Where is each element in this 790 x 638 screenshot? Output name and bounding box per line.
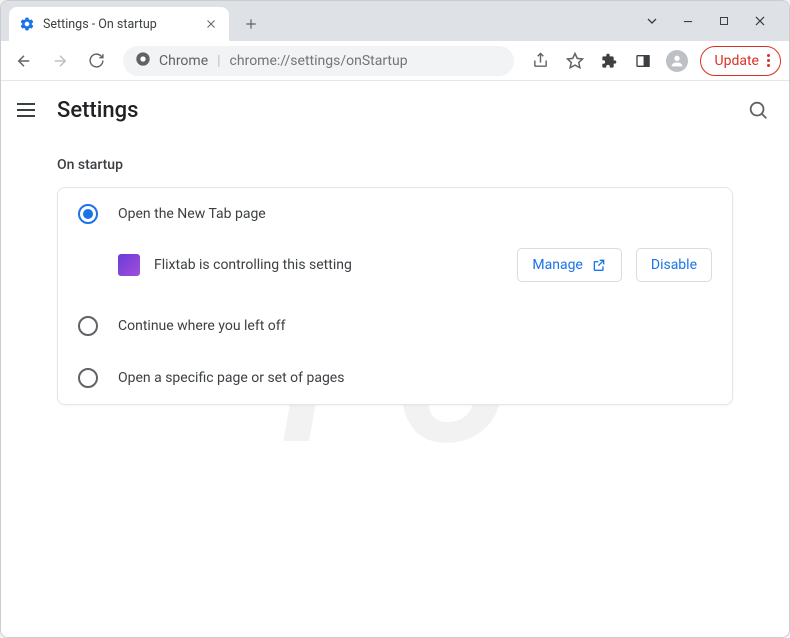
search-icon[interactable] [741,93,775,127]
tab-title: Settings - On startup [43,17,195,32]
page-title: Settings [57,98,138,123]
update-label: Update [715,53,759,69]
omnibox-origin: Chrome [159,53,208,69]
maximize-button[interactable] [709,6,739,36]
reload-button[interactable] [81,46,111,76]
extension-notice-text: Flixtab is controlling this setting [154,257,503,273]
update-button[interactable]: Update [700,46,781,76]
option-label: Open the New Tab page [118,206,266,222]
bookmark-star-icon[interactable] [560,46,590,76]
on-startup-section: On startup Open the New Tab page Flixtab… [1,139,789,405]
side-panel-icon[interactable] [628,46,658,76]
menu-icon[interactable] [15,98,39,122]
extension-icon [118,254,140,276]
close-tab-icon[interactable] [203,16,219,32]
extensions-icon[interactable] [594,46,624,76]
settings-header: Settings [1,81,789,139]
window-controls [637,1,785,41]
omnibox-url: chrome://settings/onStartup [230,53,408,69]
option-continue[interactable]: Continue where you left off [58,300,732,352]
option-label: Continue where you left off [118,318,286,334]
manage-label: Manage [532,257,582,273]
gear-icon [19,16,35,32]
open-external-icon [591,257,607,273]
close-window-button[interactable] [745,6,775,36]
option-open-new-tab[interactable]: Open the New Tab page [58,188,732,240]
radio-continue[interactable] [78,316,98,336]
startup-card: Open the New Tab page Flixtab is control… [57,187,733,405]
page-content: PC Settings On startup Open the New Tab … [1,81,789,637]
minimize-button[interactable] [673,6,703,36]
radio-open-new-tab[interactable] [78,204,98,224]
profile-avatar[interactable] [662,46,692,76]
option-specific-pages[interactable]: Open a specific page or set of pages [58,352,732,404]
extension-notice: Flixtab is controlling this setting Mana… [58,240,732,300]
chevron-down-icon[interactable] [637,6,667,36]
section-title: On startup [57,157,733,173]
radio-specific-pages[interactable] [78,368,98,388]
manage-button[interactable]: Manage [517,248,621,282]
avatar-icon [666,50,688,72]
browser-window: Settings - On startup [0,0,790,638]
disable-label: Disable [651,257,697,273]
disable-button[interactable]: Disable [636,248,712,282]
chrome-logo-icon [135,51,151,71]
forward-button[interactable] [45,46,75,76]
toolbar-right: Update [526,46,781,76]
browser-tab[interactable]: Settings - On startup [9,7,229,41]
menu-dots-icon [767,54,770,67]
address-bar[interactable]: Chrome | chrome://settings/onStartup [123,46,514,76]
share-icon[interactable] [526,46,556,76]
new-tab-button[interactable] [237,10,265,38]
option-label: Open a specific page or set of pages [118,370,344,386]
omnibox-divider: | [216,53,221,69]
tab-strip: Settings - On startup [1,1,789,41]
back-button[interactable] [9,46,39,76]
toolbar: Chrome | chrome://settings/onStartup [1,41,789,81]
